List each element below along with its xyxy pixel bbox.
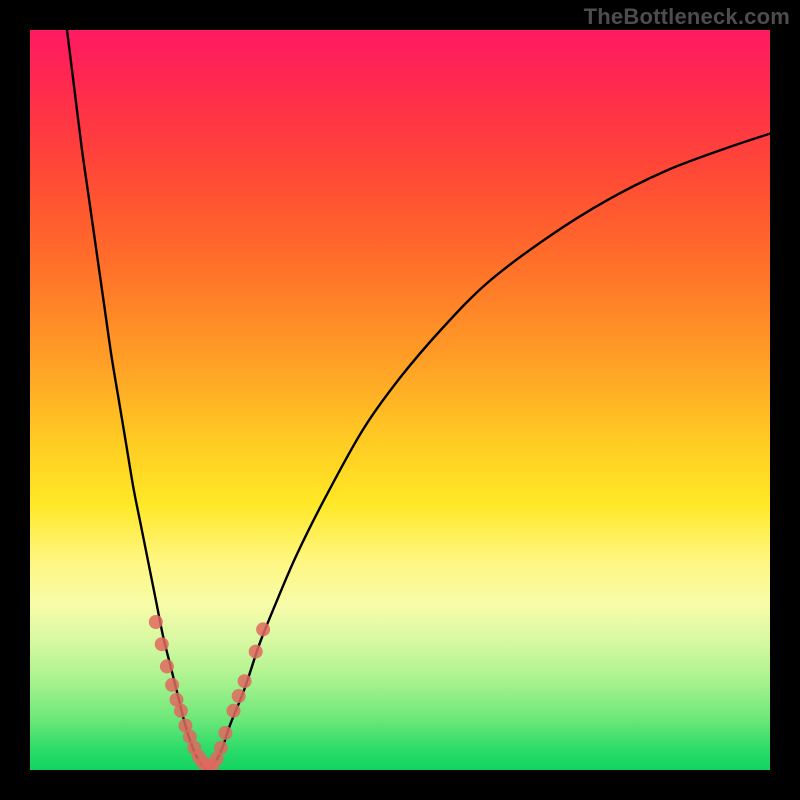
watermark-text: TheBottleneck.com bbox=[584, 4, 790, 30]
data-marker bbox=[218, 726, 232, 740]
data-marker bbox=[249, 645, 263, 659]
data-marker bbox=[256, 622, 270, 636]
data-marker bbox=[214, 741, 228, 755]
data-marker bbox=[238, 674, 252, 688]
data-marker bbox=[227, 704, 241, 718]
data-marker bbox=[165, 678, 179, 692]
chart-frame: TheBottleneck.com bbox=[0, 0, 800, 800]
bottleneck-curve bbox=[67, 30, 770, 770]
data-marker bbox=[160, 659, 174, 673]
curve-markers bbox=[149, 615, 270, 770]
data-marker bbox=[174, 704, 188, 718]
data-marker bbox=[155, 637, 169, 651]
data-marker bbox=[232, 689, 246, 703]
data-marker bbox=[149, 615, 163, 629]
curve-svg bbox=[30, 30, 770, 770]
plot-area bbox=[30, 30, 770, 770]
